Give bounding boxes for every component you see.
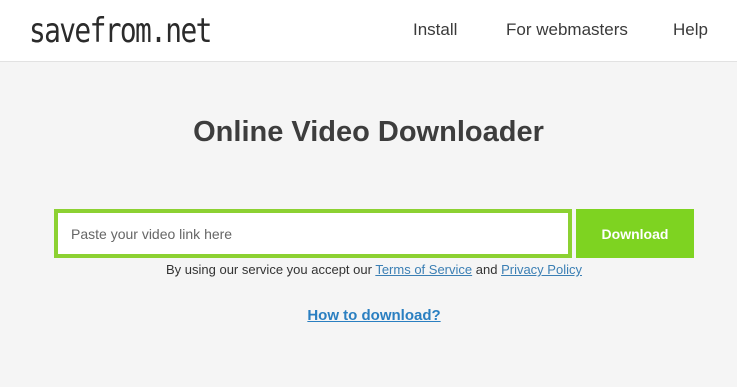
terms-notice: By using our service you accept our Term… (0, 261, 737, 279)
site-header: savefrom.net Install For webmasters Help (0, 0, 737, 62)
terms-of-service-link[interactable]: Terms of Service (375, 262, 472, 277)
nav-help-link[interactable]: Help (673, 19, 708, 41)
how-to-download-container: How to download? (0, 306, 737, 326)
url-input-container (54, 209, 572, 258)
terms-conjunction: and (472, 262, 502, 277)
terms-prefix: By using our service you accept our (166, 262, 376, 277)
page: savefrom.net Install For webmasters Help… (0, 0, 737, 387)
site-logo[interactable]: savefrom.net (29, 8, 212, 54)
page-title: Online Video Downloader (193, 116, 544, 148)
how-to-download-link[interactable]: How to download? (307, 307, 440, 324)
nav-webmasters-link[interactable]: For webmasters (506, 19, 628, 41)
privacy-policy-link[interactable]: Privacy Policy (501, 262, 582, 277)
nav-install-link[interactable]: Install (413, 19, 457, 41)
download-button[interactable]: Download (576, 209, 694, 258)
video-url-input[interactable] (58, 213, 568, 254)
